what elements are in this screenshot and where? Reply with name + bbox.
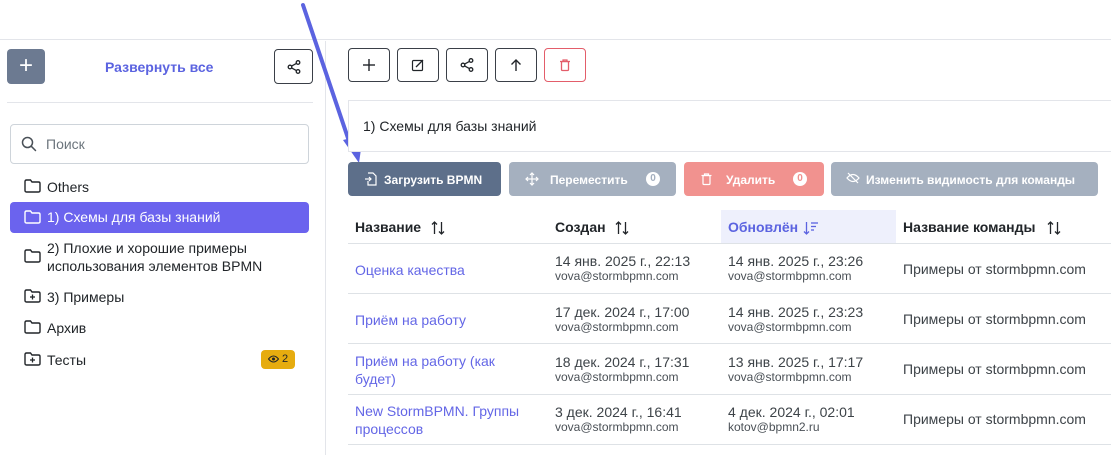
updated-by: kotov@bpmn2.ru <box>728 420 820 434</box>
row-divider <box>348 444 1111 445</box>
upload-bpmn-button[interactable]: Загрузить BPMN <box>348 162 501 196</box>
sort-desc-icon <box>803 222 818 235</box>
trash-icon <box>701 173 712 186</box>
team-name: Примеры от stormbpmn.com <box>903 411 1086 427</box>
row-divider <box>348 343 1111 344</box>
team-name: Примеры от stormbpmn.com <box>903 261 1086 277</box>
row-divider <box>348 293 1111 294</box>
updated-by: vova@stormbpmn.com <box>728 269 852 283</box>
move-label: Переместить <box>550 173 628 187</box>
folder-plus-icon <box>24 289 41 303</box>
upload-bpmn-label: Загрузить BPMN <box>384 173 483 187</box>
created-by: vova@stormbpmn.com <box>555 269 679 283</box>
updated-by: vova@stormbpmn.com <box>728 370 852 384</box>
add-folder-button[interactable]: + <box>7 49 45 84</box>
tree-item-others[interactable]: Others <box>10 177 309 197</box>
created-date: 14 янв. 2025 г., 22:13 <box>555 253 691 269</box>
schema-name-link[interactable]: Приём на работу (как будет) <box>355 352 535 388</box>
delete-label: Удалить <box>726 173 776 187</box>
tree-item-label: 3) Примеры <box>47 289 125 305</box>
schema-name-line2[interactable]: процессов <box>355 420 535 438</box>
created-by: vova@stormbpmn.com <box>555 370 679 384</box>
edit-button[interactable] <box>397 48 439 82</box>
tree-item-archive[interactable]: Архив <box>10 318 309 338</box>
team-name: Примеры от stormbpmn.com <box>903 311 1086 327</box>
tree-item-bad-good-examples[interactable]: 2) Плохие и хорошие примеры использовани… <box>10 239 309 277</box>
top-bar <box>0 0 1111 40</box>
column-header-created[interactable]: Создан <box>548 210 721 244</box>
updated-by: vova@stormbpmn.com <box>728 320 852 334</box>
move-button[interactable]: Переместить 0 <box>509 162 676 196</box>
folder-icon <box>24 179 41 193</box>
change-visibility-label: Изменить видимость для команды <box>866 173 1076 187</box>
current-path-text: 1) Схемы для базы знаний <box>363 118 537 134</box>
change-visibility-button[interactable]: Изменить видимость для команды <box>831 162 1098 196</box>
updated-date: 14 янв. 2025 г., 23:26 <box>728 253 864 269</box>
delete-button[interactable]: Удалить 0 <box>684 162 824 196</box>
delete-folder-button[interactable] <box>544 48 586 82</box>
created-date: 17 дек. 2024 г., 17:00 <box>555 304 690 320</box>
share-icon <box>460 58 474 72</box>
schema-name-line2[interactable]: будет) <box>355 370 535 388</box>
column-header-name[interactable]: Название <box>348 210 548 244</box>
sort-icon <box>1047 221 1061 235</box>
schema-name-link[interactable]: Приём на работу <box>355 311 535 329</box>
updated-date: 13 янв. 2025 г., 17:17 <box>728 354 864 370</box>
created-date: 18 дек. 2024 г., 17:31 <box>555 354 690 370</box>
sort-icon <box>431 221 445 235</box>
created-by: vova@stormbpmn.com <box>555 420 679 434</box>
trash-icon <box>560 59 570 72</box>
tree-item-label: Others <box>47 179 90 195</box>
tree-item-label: Архив <box>47 320 87 336</box>
row-divider <box>348 394 1111 395</box>
eye-icon <box>267 355 280 363</box>
visibility-count: 2 <box>281 353 289 365</box>
tree-item-tests[interactable]: Тесты 2 <box>10 350 309 370</box>
folder-icon <box>24 210 41 224</box>
tree-item-label: 2) Плохие и хорошие примеры <box>47 240 247 256</box>
search-box[interactable] <box>10 124 309 164</box>
column-header-team[interactable]: Название команды <box>896 210 1111 244</box>
folder-plus-icon <box>24 352 41 366</box>
delete-count: 0 <box>793 172 807 186</box>
sidebar: + Развернуть все Others 1) Схемы для баз… <box>0 41 326 455</box>
updated-date: 14 янв. 2025 г., 23:23 <box>728 304 864 320</box>
team-name: Примеры от stormbpmn.com <box>903 361 1086 377</box>
share-schema-button[interactable] <box>446 48 488 82</box>
column-header-label: Создан <box>555 219 606 235</box>
tree-item-label: 1) Схемы для базы знаний <box>47 209 221 225</box>
schema-name-line1[interactable]: New StormBPMN. Группы <box>355 402 535 420</box>
edit-icon <box>411 59 424 72</box>
search-input[interactable] <box>46 133 296 155</box>
expand-all-link[interactable]: Развернуть все <box>105 59 213 75</box>
updated-date: 4 дек. 2024 г., 02:01 <box>728 404 855 420</box>
move-icon <box>525 172 539 186</box>
schema-name-line1[interactable]: Приём на работу (как <box>355 352 535 370</box>
move-count: 0 <box>646 172 660 186</box>
tree-item-label-line2: использования элементов BPMN <box>47 258 263 274</box>
file-import-icon <box>365 172 377 186</box>
divider <box>7 102 313 103</box>
sort-icon <box>615 221 629 235</box>
up-button[interactable] <box>495 48 537 82</box>
visibility-badge: 2 <box>261 350 295 369</box>
created-by: vova@stormbpmn.com <box>555 320 679 334</box>
tree-item-label: Тесты <box>47 352 87 368</box>
column-header-label: Название команды <box>903 219 1036 235</box>
tree-item-schemes[interactable]: 1) Схемы для базы знаний <box>10 202 309 233</box>
search-icon <box>21 136 37 152</box>
column-header-label: Обновлён <box>728 219 799 235</box>
folder-icon <box>24 320 41 334</box>
column-header-updated[interactable]: Обновлён <box>721 210 896 244</box>
created-date: 3 дек. 2024 г., 16:41 <box>555 404 682 420</box>
column-header-label: Название <box>355 219 422 235</box>
schema-name-link[interactable]: Оценка качества <box>355 261 535 279</box>
current-path: 1) Схемы для базы знаний <box>348 100 1111 152</box>
schema-name-link[interactable]: New StormBPMN. Группы процессов <box>355 402 535 438</box>
tree-item-examples[interactable]: 3) Примеры <box>10 287 309 307</box>
folder-icon <box>24 249 41 263</box>
eye-slash-icon <box>846 172 860 184</box>
arrow-up-icon <box>511 59 521 71</box>
